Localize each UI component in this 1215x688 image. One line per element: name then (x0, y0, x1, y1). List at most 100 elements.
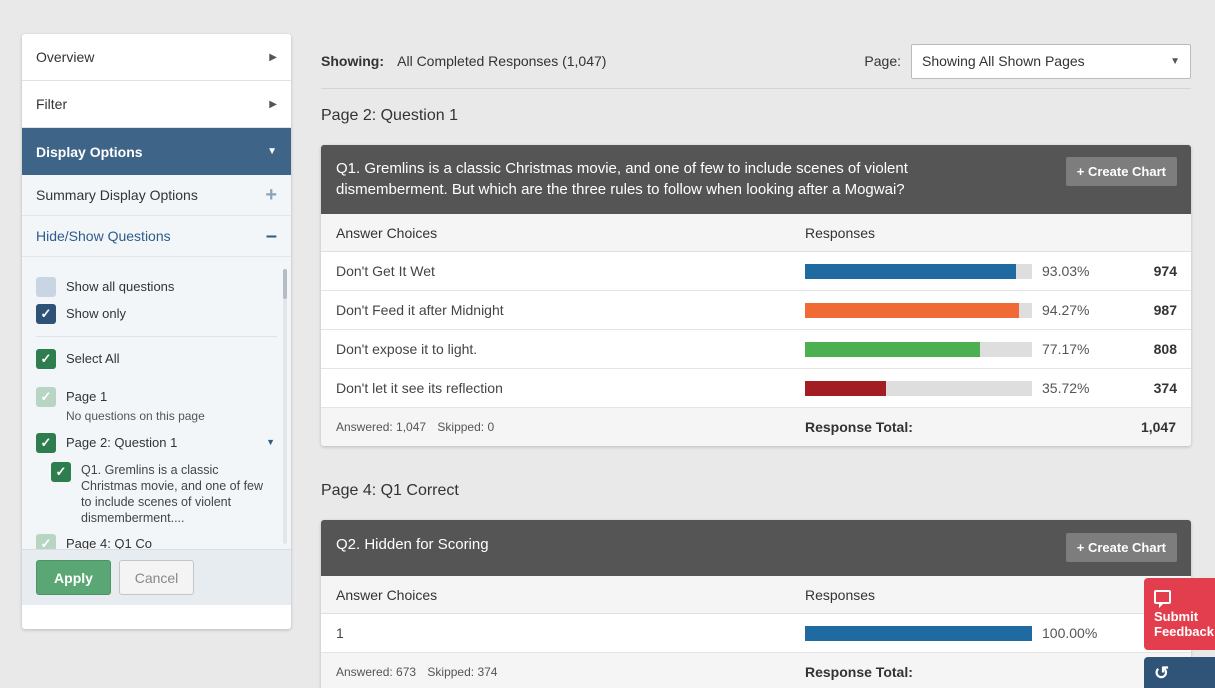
response-bar (805, 341, 1032, 357)
check-icon[interactable]: ✓ (36, 387, 56, 407)
table-row: 1 100.00% (321, 614, 1191, 653)
overview-label: Overview (36, 49, 95, 65)
answer-choice-label: 1 (336, 625, 344, 641)
answer-choice-label: Don't Get It Wet (336, 263, 435, 279)
show-only-option[interactable]: ✓ Show only (36, 304, 277, 324)
divider (36, 336, 277, 337)
page4-option[interactable]: ✓ Page 4: Q1 Co (36, 534, 277, 549)
feedback-label: Feedback (1154, 624, 1214, 639)
response-total-label: Response Total: (805, 419, 913, 435)
showing-info: Showing: All Completed Responses (1,047) (321, 53, 606, 69)
response-percent: 77.17% (1042, 341, 1090, 357)
sidebar-item-overview[interactable]: Overview ▶ (22, 34, 291, 81)
answer-choice-label: Don't expose it to light. (336, 341, 478, 357)
table-row: Don't Feed it after Midnight 94.27% 987 (321, 291, 1191, 330)
filter-label: Filter (36, 96, 68, 112)
select-all-option[interactable]: ✓ Select All (36, 349, 277, 369)
answer-rows: 1 100.00% (321, 614, 1191, 653)
page2-label: Page 2: Question 1 (66, 435, 178, 450)
question-list[interactable]: Show all questions ✓ Show only ✓ Select … (22, 257, 291, 549)
sidebar-footer: Apply Cancel (22, 549, 291, 605)
table-row: Don't Get It Wet 93.03% 974 (321, 252, 1191, 291)
table-footer: Answered: 1,047 Skipped: 0 Response Tota… (321, 408, 1191, 446)
response-percent: 94.27% (1042, 302, 1090, 318)
response-percent: 100.00% (1042, 625, 1098, 641)
check-icon[interactable]: ✓ (36, 433, 56, 453)
responses-header: Responses (805, 586, 876, 603)
summary-display-options-toggle[interactable]: Summary Display Options + (22, 175, 291, 216)
chevron-down-icon: ▼ (1170, 55, 1180, 67)
sidebar-item-display-options[interactable]: Display Options ▼ (22, 128, 291, 175)
check-icon[interactable]: ✓ (36, 534, 56, 549)
page1-note: No questions on this page (66, 409, 205, 423)
hide-show-questions-toggle[interactable]: Hide/Show Questions – (22, 216, 291, 257)
response-bar (805, 380, 1032, 396)
response-bar-fill (805, 263, 1017, 279)
chevron-down-icon[interactable]: ▼ (266, 437, 275, 447)
response-count: 808 (1153, 341, 1177, 357)
table-header: Answer Choices Responses (321, 214, 1191, 252)
response-bar-fill (805, 380, 887, 396)
chat-icon (1154, 590, 1171, 608)
toolbar: Showing: All Completed Responses (1,047)… (321, 34, 1191, 89)
display-options-label: Display Options (36, 143, 143, 160)
page1-option[interactable]: ✓ Page 1 (36, 387, 277, 407)
q1-option[interactable]: ✓ Q1. Gremlins is a classic Christmas mo… (51, 462, 277, 526)
response-bar-fill (805, 341, 981, 357)
undo-icon: ↺ (1154, 663, 1170, 683)
table-header: Answer Choices Responses (321, 576, 1191, 614)
show-only-label: Show only (66, 306, 126, 321)
answer-rows: Don't Get It Wet 93.03% 974 Don't Feed it a… (321, 252, 1191, 408)
summary-display-options-label: Summary Display Options (36, 187, 198, 203)
response-percent: 93.03% (1042, 263, 1090, 279)
question-text: Q1. Gremlins is a classic Christmas movi… (336, 160, 908, 198)
response-count: 987 (1153, 302, 1177, 318)
hide-show-questions-label: Hide/Show Questions (36, 228, 171, 244)
main-content: Showing: All Completed Responses (1,047)… (321, 34, 1191, 688)
question-text: Q2. Hidden for Scoring (336, 536, 489, 553)
sidebar: Overview ▶ Filter ▶ Display Options ▼ Su… (22, 34, 291, 629)
show-all-label: Show all questions (66, 279, 175, 294)
show-all-checkbox[interactable] (36, 277, 56, 297)
undo-button[interactable]: ↺ (1144, 657, 1215, 688)
answered-skipped: Answered: 673 Skipped: 374 (321, 665, 805, 679)
question-card: Q2. Hidden for Scoring + Create Chart An… (321, 520, 1191, 688)
question-header: Q1. Gremlins is a classic Christmas movi… (321, 145, 1191, 214)
create-chart-button[interactable]: + Create Chart (1065, 533, 1177, 562)
responses-header: Responses (805, 224, 876, 241)
skipped-count: Skipped: 374 (427, 665, 498, 679)
answered-count: Answered: 1,047 (336, 420, 427, 434)
page2-option[interactable]: ✓ Page 2: Question 1 ▼ (36, 433, 277, 453)
answer-choice-label: Don't let it see its reflection (336, 380, 503, 396)
question-header: Q2. Hidden for Scoring + Create Chart (321, 520, 1191, 576)
check-icon[interactable]: ✓ (36, 349, 56, 369)
page-selector: Page: Showing All Shown Pages ▼ (864, 43, 1191, 79)
response-count: 974 (1153, 263, 1177, 279)
select-all-label: Select All (66, 351, 120, 366)
q1-label: Q1. Gremlins is a classic Christmas movi… (81, 463, 264, 525)
page-select-value: Showing All Shown Pages (922, 53, 1085, 69)
check-icon[interactable]: ✓ (51, 462, 71, 482)
chevron-right-icon: ▶ (269, 98, 277, 110)
response-count: 374 (1153, 380, 1177, 396)
showing-label: Showing: (321, 53, 384, 69)
answered-count: Answered: 673 (336, 665, 417, 679)
create-chart-button[interactable]: + Create Chart (1065, 157, 1177, 186)
page4-label: Page 4: Q1 Co (66, 536, 152, 549)
table-row: Don't let it see its reflection 35.72% 374 (321, 369, 1191, 408)
page-select[interactable]: Showing All Shown Pages ▼ (911, 43, 1191, 79)
response-total-value: 1,047 (1140, 419, 1176, 435)
submit-feedback-button[interactable]: Submit Feedback (1144, 578, 1215, 650)
table-row: Don't expose it to light. 77.17% 808 (321, 330, 1191, 369)
response-bar (805, 302, 1032, 318)
scroll-thumb[interactable] (283, 269, 287, 299)
scrollbar[interactable] (283, 269, 287, 544)
section-title: Page 2: Question 1 (321, 107, 458, 124)
answer-choice-label: Don't Feed it after Midnight (336, 302, 504, 318)
check-icon[interactable]: ✓ (36, 304, 56, 324)
show-all-questions-option[interactable]: Show all questions (36, 277, 277, 297)
sidebar-item-filter[interactable]: Filter ▶ (22, 81, 291, 128)
minus-icon: – (265, 225, 277, 247)
apply-button[interactable]: Apply (36, 560, 111, 595)
cancel-button[interactable]: Cancel (119, 560, 194, 595)
